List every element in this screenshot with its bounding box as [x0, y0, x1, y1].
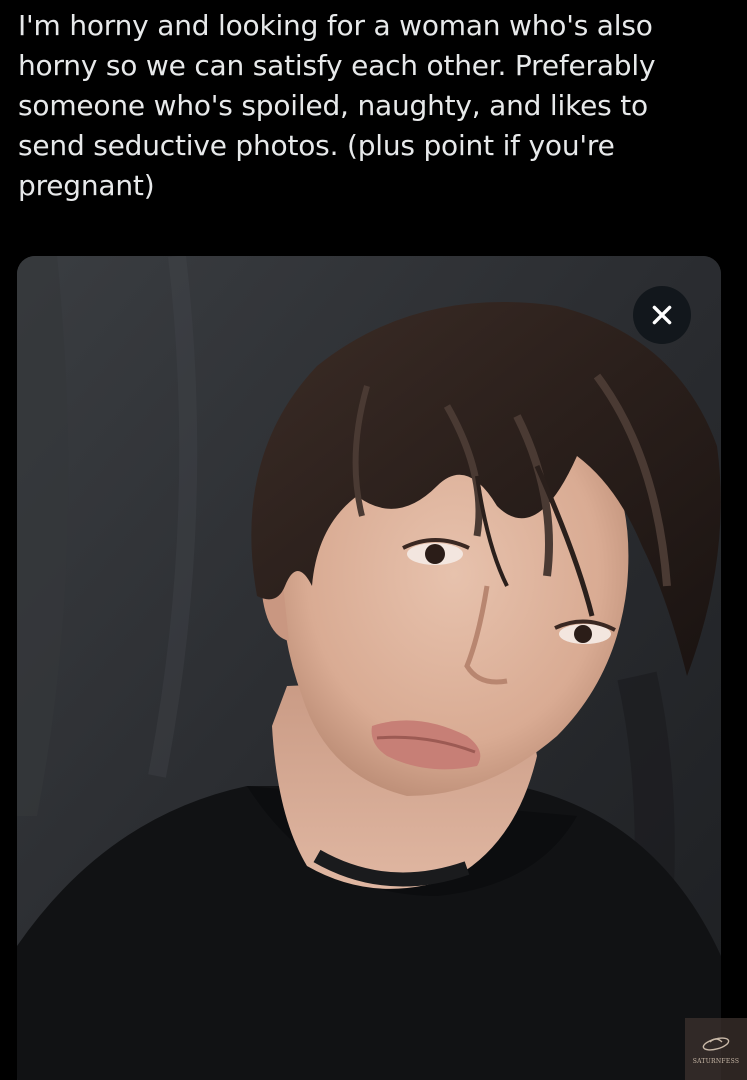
close-button[interactable]	[633, 286, 691, 344]
watermark: SATURNFESS	[685, 1018, 747, 1080]
post-text-line: horny so we can satisfy each other. Pref…	[18, 49, 656, 82]
post-text-line: send seductive photos. (plus point if yo…	[18, 129, 615, 162]
close-icon	[652, 305, 672, 325]
selfie-photo	[17, 256, 721, 1080]
saturn-ring-icon	[702, 1037, 730, 1051]
post-text-line: I'm horny and looking for a woman who's …	[18, 9, 653, 42]
post-text-line: someone who's spoiled, naughty, and like…	[18, 89, 648, 122]
watermark-text: SATURNFESS	[692, 1058, 740, 1065]
post-text: I'm horny and looking for a woman who's …	[18, 6, 733, 206]
media-photo[interactable]	[17, 256, 721, 1080]
post-text-line: pregnant)	[18, 169, 155, 202]
